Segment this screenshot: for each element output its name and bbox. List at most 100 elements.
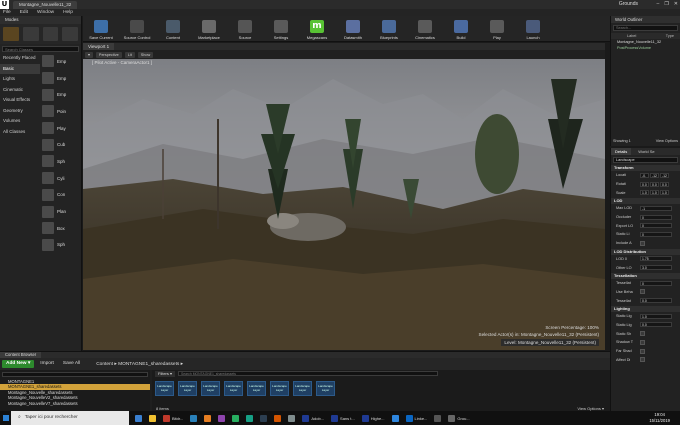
- actor-name-field[interactable]: Landscape: [613, 157, 678, 163]
- toolbar-button-save-current[interactable]: Save Current: [83, 16, 119, 42]
- close-button[interactable]: ✕: [674, 0, 678, 9]
- class-item[interactable]: Plan: [40, 203, 82, 220]
- vector-field[interactable]: 1.0: [660, 190, 669, 196]
- menu-edit[interactable]: Edit: [20, 10, 28, 15]
- lit-button[interactable]: Lit: [124, 51, 135, 58]
- class-item[interactable]: Box: [40, 220, 82, 237]
- menu-window[interactable]: Window: [37, 10, 54, 15]
- checkbox[interactable]: [640, 357, 645, 363]
- asset-tile[interactable]: Landscape Layer: [293, 381, 312, 396]
- minimize-button[interactable]: –: [657, 0, 660, 9]
- taskbar-app[interactable]: Grou...: [446, 412, 471, 424]
- toolbar-button-blueprints[interactable]: Blueprints: [371, 16, 407, 42]
- asset-tile[interactable]: Landscape Layer: [247, 381, 266, 396]
- foliage-mode-icon[interactable]: [62, 27, 78, 41]
- class-item[interactable]: Emp: [40, 86, 82, 103]
- value-field[interactable]: 1.0: [640, 313, 672, 319]
- tab-world-settings[interactable]: World Se: [634, 148, 658, 155]
- taskbar-app[interactable]: [202, 412, 213, 424]
- start-button[interactable]: [0, 411, 11, 425]
- taskbar-app[interactable]: [216, 412, 227, 424]
- vector-field[interactable]: 0.0: [650, 181, 659, 187]
- toolbar-button-settings[interactable]: Settings: [263, 16, 299, 42]
- class-item[interactable]: Poin: [40, 103, 82, 120]
- category-item[interactable]: Recently Placed: [0, 53, 40, 64]
- value-field[interactable]: -1: [640, 205, 672, 211]
- vector-field[interactable]: 1.0: [650, 190, 659, 196]
- vector-field[interactable]: 0.0: [660, 181, 669, 187]
- viewport-options-button[interactable]: ▾: [85, 51, 93, 58]
- tab-details[interactable]: Details: [611, 148, 632, 155]
- toolbar-button-datasmith[interactable]: Datasmith: [335, 16, 371, 42]
- toolbar-button-megascans[interactable]: m Megascans: [299, 16, 335, 42]
- class-item[interactable]: Sph: [40, 153, 82, 170]
- asset-tile[interactable]: Landscape Layer: [178, 381, 197, 396]
- landscape-mode-icon[interactable]: [42, 27, 59, 41]
- vector-field[interactable]: 1.0: [640, 190, 649, 196]
- class-item[interactable]: Sph: [40, 237, 82, 254]
- category-item[interactable]: Visual Effects: [0, 95, 40, 106]
- vector-field[interactable]: -12: [650, 172, 659, 178]
- checkbox[interactable]: [640, 331, 645, 337]
- value-field[interactable]: 0: [640, 280, 672, 286]
- taskbar-app[interactable]: [230, 412, 241, 424]
- value-field[interactable]: 1.75: [640, 256, 672, 262]
- value-field[interactable]: 0: [640, 231, 672, 237]
- show-button[interactable]: Show: [137, 51, 154, 58]
- add-new-button[interactable]: Add New ▾: [2, 360, 35, 368]
- checkbox[interactable]: [640, 289, 645, 295]
- category-item[interactable]: Geometry: [0, 106, 40, 117]
- asset-tile[interactable]: Landscape Layer: [155, 381, 174, 396]
- taskbar-clock[interactable]: 19:04 15/11/2019: [649, 412, 670, 424]
- search-classes-input[interactable]: Search Classes: [2, 46, 79, 52]
- category-item[interactable]: Lights: [0, 74, 40, 85]
- value-field[interactable]: 0.0: [640, 322, 672, 328]
- vector-field[interactable]: -12: [660, 172, 669, 178]
- vector-field[interactable]: -0.: [640, 172, 649, 178]
- asset-tile[interactable]: Landscape Layer: [201, 381, 220, 396]
- taskbar-app[interactable]: [286, 412, 297, 424]
- toolbar-button-build[interactable]: Build: [443, 16, 479, 42]
- taskbar-app[interactable]: Bitdr...: [161, 412, 185, 424]
- folder-search-input[interactable]: [2, 372, 148, 377]
- folder-item[interactable]: Montagne_NouvelleV7_sharedassets: [0, 401, 150, 406]
- toolbar-button-source-control[interactable]: Source Control: [119, 16, 155, 42]
- value-field[interactable]: 3.0: [640, 265, 672, 271]
- taskbar-app[interactable]: [147, 412, 158, 424]
- toolbar-button-launch[interactable]: Launch: [515, 16, 551, 42]
- taskbar-app[interactable]: [432, 412, 443, 424]
- toolbar-button-marketplace[interactable]: Marketplace: [191, 16, 227, 42]
- toolbar-button-play[interactable]: Play: [479, 16, 515, 42]
- toolbar-button-source[interactable]: Source: [227, 16, 263, 42]
- taskbar-app[interactable]: [188, 412, 199, 424]
- class-item[interactable]: Cub: [40, 136, 82, 153]
- class-item[interactable]: Emp: [40, 70, 82, 87]
- toolbar-button-content[interactable]: Content: [155, 16, 191, 42]
- checkbox[interactable]: [640, 348, 645, 354]
- class-item[interactable]: Emp: [40, 53, 82, 70]
- level-scene-render[interactable]: [83, 59, 605, 350]
- asset-tile[interactable]: Landscape Layer: [270, 381, 289, 396]
- category-item[interactable]: All Classes: [0, 127, 40, 138]
- filters-button[interactable]: Filters ▾: [155, 370, 176, 377]
- perspective-button[interactable]: Perspective: [95, 51, 122, 58]
- taskbar-app[interactable]: Linke...: [404, 412, 430, 424]
- import-button[interactable]: Import: [37, 360, 57, 368]
- taskbar-search-input[interactable]: ⌕ Taper ici pour rechercher: [11, 411, 129, 425]
- asset-search-input[interactable]: Search MONTAGNE1_sharedassets: [178, 371, 439, 376]
- taskbar-app[interactable]: Sans t...: [329, 412, 357, 424]
- asset-tile[interactable]: Landscape Layer: [224, 381, 243, 396]
- class-item[interactable]: Cyli: [40, 170, 82, 187]
- taskbar-app[interactable]: [272, 412, 283, 424]
- view-options-button[interactable]: View Options: [656, 139, 678, 143]
- class-item[interactable]: Con: [40, 187, 82, 204]
- checkbox[interactable]: [640, 339, 645, 345]
- menu-file[interactable]: File: [3, 10, 11, 15]
- asset-tile[interactable]: Landscape Layer: [316, 381, 335, 396]
- outliner-search-input[interactable]: Search...: [613, 25, 678, 31]
- category-item[interactable]: Basic: [0, 63, 40, 74]
- class-item[interactable]: Play: [40, 120, 82, 137]
- value-field[interactable]: 0.0: [640, 298, 672, 304]
- taskbar-app[interactable]: [244, 412, 255, 424]
- taskbar-app[interactable]: [258, 412, 269, 424]
